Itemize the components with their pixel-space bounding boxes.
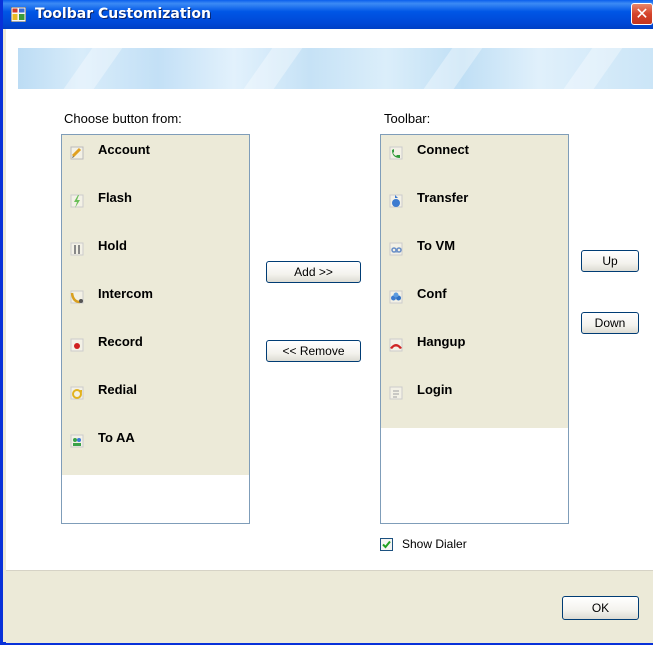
- available-item-label: Redial: [98, 382, 138, 397]
- available-item-redial[interactable]: Redial: [62, 380, 249, 404]
- hold-icon: [70, 242, 84, 256]
- account-icon: [70, 146, 84, 160]
- close-icon: ✕: [635, 4, 649, 23]
- record-icon: [70, 338, 84, 352]
- app-icon: [11, 7, 26, 22]
- toolbar-label: Toolbar:: [384, 111, 431, 126]
- available-item-record[interactable]: Record: [62, 332, 249, 356]
- toolbar-item-conf[interactable]: Conf: [381, 284, 568, 308]
- ok-button[interactable]: OK: [562, 596, 639, 620]
- header-banner: [18, 48, 653, 89]
- available-item-label: To AA: [98, 430, 135, 445]
- available-buttons-list[interactable]: Account Flash Hold Intercom Record Redial To A…: [61, 134, 250, 524]
- add-button[interactable]: Add >>: [266, 261, 361, 283]
- show-dialer-label: Show Dialer: [402, 537, 467, 551]
- available-item-hold[interactable]: Hold: [62, 236, 249, 260]
- connect-icon: [389, 146, 403, 160]
- toolbar-item-to-vm[interactable]: To VM: [381, 236, 568, 260]
- available-item-label: Hold: [98, 238, 127, 253]
- redial-icon: [70, 386, 84, 400]
- to-vm-icon: [389, 242, 403, 256]
- available-item-label: Flash: [98, 190, 132, 205]
- conf-icon: [389, 290, 403, 304]
- toolbar-item-transfer[interactable]: Transfer: [381, 188, 568, 212]
- available-item-account[interactable]: Account: [62, 140, 249, 164]
- available-item-to-aa[interactable]: To AA: [62, 428, 249, 452]
- available-item-flash[interactable]: Flash: [62, 188, 249, 212]
- available-item-label: Account: [98, 142, 150, 157]
- toolbar-item-label: Connect: [417, 142, 469, 157]
- hangup-icon: [389, 338, 403, 352]
- move-up-button[interactable]: Up: [581, 250, 639, 272]
- available-item-intercom[interactable]: Intercom: [62, 284, 249, 308]
- toolbar-item-label: Hangup: [417, 334, 466, 349]
- flash-icon: [70, 194, 84, 208]
- toolbar-item-label: Transfer: [417, 190, 469, 205]
- toolbar-item-hangup[interactable]: Hangup: [381, 332, 568, 356]
- available-item-label: Record: [98, 334, 143, 349]
- dialog-body: Choose button from: Account Flash Hold Inte…: [6, 29, 653, 643]
- window-title: Toolbar Customization: [35, 6, 211, 22]
- toolbar-buttons-list[interactable]: Connect Transfer To VM Conf Hangup Login: [380, 134, 569, 524]
- toolbar-item-connect[interactable]: Connect: [381, 140, 568, 164]
- toolbar-item-label: Conf: [417, 286, 447, 301]
- login-icon: [389, 386, 403, 400]
- to-aa-icon: [70, 434, 84, 448]
- toolbar-item-login[interactable]: Login: [381, 380, 568, 404]
- remove-button[interactable]: << Remove: [266, 340, 361, 362]
- intercom-icon: [70, 290, 84, 304]
- available-item-label: Intercom: [98, 286, 153, 301]
- show-dialer-checkbox[interactable]: [380, 538, 393, 551]
- dialog-footer: OK: [6, 570, 653, 643]
- transfer-icon: [389, 194, 403, 208]
- move-down-button[interactable]: Down: [581, 312, 639, 334]
- choose-button-label: Choose button from:: [64, 111, 182, 126]
- title-bar[interactable]: Toolbar Customization ✕: [3, 0, 653, 29]
- checkmark-icon: [382, 540, 391, 549]
- toolbar-item-label: To VM: [417, 238, 456, 253]
- toolbar-customization-window: Toolbar Customization ✕ Choose button fr…: [0, 0, 653, 645]
- toolbar-item-label: Login: [417, 382, 453, 397]
- close-button[interactable]: ✕: [631, 3, 653, 25]
